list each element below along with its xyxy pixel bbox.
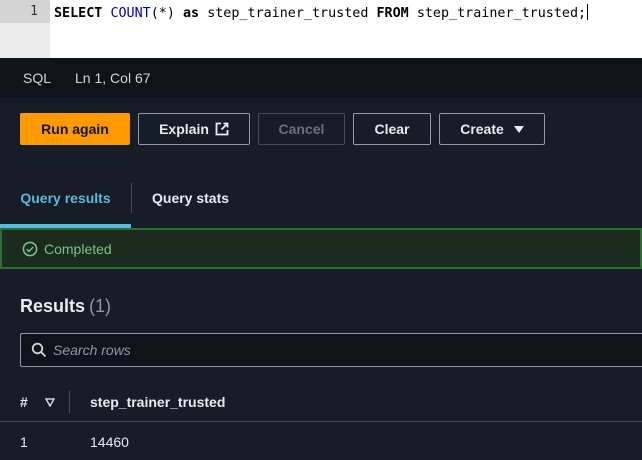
cursor-position: Ln 1, Col 67	[75, 70, 151, 86]
keyword-from: FROM	[376, 6, 409, 21]
search-rows-box[interactable]	[20, 333, 642, 367]
count-argument: (*)	[150, 6, 175, 21]
results-heading: Results (1)	[20, 296, 111, 317]
cell-step-trainer-trusted: 14460	[90, 434, 129, 450]
results-title: Results	[20, 296, 86, 316]
tab-query-results[interactable]: Query results	[0, 168, 131, 228]
run-again-button[interactable]: Run again	[20, 113, 130, 145]
create-dropdown-button[interactable]: Create	[439, 113, 545, 145]
line-number: 1	[30, 4, 38, 19]
results-tabs: Query results Query stats	[0, 168, 642, 228]
cancel-button[interactable]: Cancel	[258, 113, 345, 145]
explain-label: Explain	[159, 121, 209, 137]
index-column-header: #	[20, 394, 28, 410]
check-circle-icon	[22, 241, 38, 256]
clear-button[interactable]: Clear	[353, 113, 431, 145]
keyword-select: SELECT	[54, 6, 103, 21]
tab-divider	[131, 183, 132, 213]
tab-query-stats[interactable]: Query stats	[152, 168, 229, 228]
explain-button[interactable]: Explain	[138, 113, 250, 145]
sort-down-icon[interactable]	[45, 398, 55, 407]
external-link-icon	[215, 122, 229, 136]
keyword-as: as	[183, 6, 200, 21]
status-text: Completed	[44, 240, 112, 257]
column-header-step-trainer-trusted[interactable]: step_trainer_trusted	[90, 394, 225, 410]
function-count: COUNT	[110, 6, 151, 21]
status-banner: Completed	[0, 228, 642, 269]
results-count: (1)	[89, 296, 112, 316]
row-index: 1	[20, 434, 28, 450]
code-line[interactable]: SELECT COUNT(*) as step_trainer_trusted …	[54, 4, 589, 21]
caret-down-icon	[513, 125, 524, 133]
search-input[interactable]	[53, 335, 642, 365]
search-icon	[31, 342, 47, 358]
code-area[interactable]: SELECT COUNT(*) as step_trainer_trusted …	[50, 0, 642, 58]
editor-status-bar: SQL Ln 1, Col 67	[0, 58, 642, 98]
sql-editor[interactable]: 1 SELECT COUNT(*) as step_trainer_truste…	[0, 0, 642, 58]
query-toolbar: Run again Explain Cancel Clear Create	[20, 113, 545, 145]
editor-gutter: 1	[0, 0, 50, 58]
language-label: SQL	[23, 70, 52, 86]
text-cursor	[587, 4, 589, 20]
table-row: 1 14460	[0, 422, 642, 460]
table-name: step_trainer_trusted;	[416, 6, 587, 21]
create-label: Create	[460, 121, 504, 137]
results-table-header: # step_trainer_trusted	[0, 382, 642, 422]
column-divider[interactable]	[69, 391, 70, 413]
column-alias: step_trainer_trusted	[207, 6, 369, 21]
